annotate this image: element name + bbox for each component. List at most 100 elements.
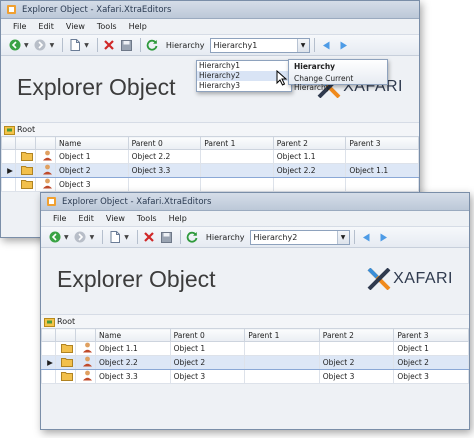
menu-item-file[interactable]: File [7,22,32,31]
grid-cell[interactable]: Object 3.3 [127,163,202,178]
row-indicator-arrow-icon[interactable]: ▶ [1,163,16,178]
menu-item-help[interactable]: Help [123,22,153,31]
next-icon[interactable] [376,229,391,245]
grid-cell[interactable] [345,149,419,164]
menu-item-help[interactable]: Help [163,214,193,223]
next-icon[interactable] [336,37,351,53]
menu-item-edit[interactable]: Edit [32,22,60,31]
hierarchy-select[interactable]: Hierarchy1 ▼ [209,37,310,53]
grid-cell[interactable]: Object 2.2 [127,149,202,164]
column-header-parent-1[interactable]: Parent 1 [200,136,274,150]
grid-cell[interactable]: Object 1 [393,341,469,356]
grid-cell[interactable]: Object 3 [318,369,395,384]
header-icon [15,136,36,150]
grid-cell[interactable] [318,341,395,356]
explorer-window-hierarchy2: Explorer Object - Xafari.XtraEditors Fil… [40,192,470,430]
row-indicator[interactable] [41,341,56,356]
previous-icon[interactable] [359,229,374,245]
column-header-name[interactable]: Name [55,136,129,150]
grid-cell[interactable] [200,177,274,192]
breadcrumb-root[interactable]: Root [17,125,35,134]
grid-cell[interactable]: Object 2 [393,355,469,370]
chevron-down-icon[interactable]: ▼ [24,42,29,49]
menu-item-tools[interactable]: Tools [131,214,163,223]
new-document-icon[interactable] [67,37,82,53]
column-header-parent-2[interactable]: Parent 2 [272,136,347,150]
column-header-parent-0[interactable]: Parent 0 [127,136,202,150]
grid-cell[interactable]: Object 1 [169,341,246,356]
grid-cell[interactable] [200,163,274,178]
grid-cell[interactable] [272,177,347,192]
forward-icon[interactable] [73,229,88,245]
breadcrumb[interactable]: Root [1,122,419,136]
refresh-icon[interactable] [145,37,160,53]
row-indicator[interactable] [1,149,16,164]
breadcrumb[interactable]: Root [41,314,469,328]
chevron-down-icon[interactable]: ▼ [336,230,349,244]
grid-cell[interactable] [244,341,320,356]
grid-cell[interactable]: Object 1.1 [95,341,171,356]
back-icon[interactable] [7,37,22,53]
breadcrumb-root[interactable]: Root [57,317,75,326]
grid-cell[interactable]: Object 2.2 [95,355,171,370]
chevron-down-icon[interactable]: ▼ [50,42,55,49]
toolbar-separator [62,38,64,52]
save-icon[interactable] [119,37,134,53]
tooltip-title: Hierarchy [294,62,336,71]
grid-cell[interactable] [345,177,419,192]
grid-cell[interactable]: Object 3.3 [95,369,171,384]
grid-cell[interactable] [244,355,320,370]
table-row[interactable]: Object 3 [1,177,419,192]
menu-item-view[interactable]: View [100,214,131,223]
column-header-name[interactable]: Name [95,328,171,342]
row-indicator[interactable] [41,369,56,384]
menu-bar: File Edit View Tools Help [41,211,469,226]
column-header-parent-0[interactable]: Parent 0 [169,328,246,342]
grid-cell[interactable]: Object 2 [169,355,246,370]
grid-cell[interactable]: Object 3 [169,369,246,384]
column-header-parent-1[interactable]: Parent 1 [244,328,320,342]
hierarchy-select[interactable]: Hierarchy2 ▼ [249,229,350,245]
root-node-icon [4,125,15,135]
header-icon [75,328,96,342]
table-row[interactable]: ▶ Object 2.2 Object 2 Object 2 Object 2 [41,355,469,370]
chevron-down-icon[interactable]: ▼ [124,234,129,241]
chevron-down-icon[interactable]: ▼ [90,234,95,241]
menu-item-file[interactable]: File [47,214,72,223]
grid-cell[interactable]: Object 3 [393,369,469,384]
refresh-icon[interactable] [185,229,200,245]
forward-icon[interactable] [33,37,48,53]
column-header-parent-3[interactable]: Parent 3 [345,136,419,150]
row-indicator[interactable] [1,177,16,192]
previous-icon[interactable] [319,37,334,53]
chevron-down-icon[interactable]: ▼ [64,234,69,241]
grid-cell[interactable]: Object 1.1 [345,163,419,178]
grid-cell[interactable]: Object 1.1 [272,149,347,164]
menu-item-view[interactable]: View [60,22,91,31]
row-indicator-arrow-icon[interactable]: ▶ [41,355,56,370]
grid-cell[interactable]: Object 2.2 [272,163,347,178]
grid-cell[interactable]: Object 3 [55,177,129,192]
grid-cell[interactable] [127,177,202,192]
toolbar-separator [179,230,181,244]
menu-item-tools[interactable]: Tools [91,22,123,31]
grid-cell[interactable]: Object 2 [55,163,129,178]
delete-icon[interactable] [142,229,157,245]
chevron-down-icon[interactable]: ▼ [296,38,309,52]
back-icon[interactable] [47,229,62,245]
save-icon[interactable] [159,229,174,245]
grid-cell[interactable] [200,149,274,164]
menu-item-edit[interactable]: Edit [72,214,100,223]
column-header-parent-3[interactable]: Parent 3 [393,328,469,342]
column-header-parent-2[interactable]: Parent 2 [318,328,395,342]
table-row[interactable]: Object 1.1 Object 1 Object 1 [41,341,469,356]
grid-cell[interactable]: Object 1 [55,149,129,164]
table-row[interactable]: Object 3.3 Object 3 Object 3 Object 3 [41,369,469,384]
chevron-down-icon[interactable]: ▼ [84,42,89,49]
delete-icon[interactable] [102,37,117,53]
table-row[interactable]: ▶ Object 2 Object 3.3 Object 2.2 Object 1.1 [1,163,419,178]
table-row[interactable]: Object 1 Object 2.2 Object 1.1 [1,149,419,164]
new-document-icon[interactable] [107,229,122,245]
grid-cell[interactable]: Object 2 [318,355,395,370]
grid-cell[interactable] [244,369,320,384]
